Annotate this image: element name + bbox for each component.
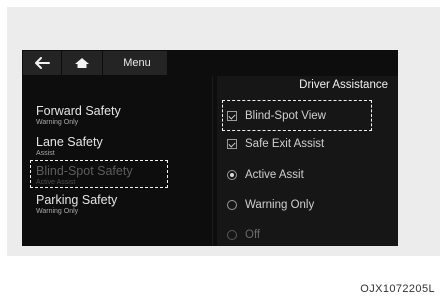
panel-title: Driver Assistance [299,79,388,91]
menu-item-parking-safety[interactable]: Parking Safety Warning Only [36,193,117,216]
highlight-box [30,160,168,188]
radio-selected-icon[interactable] [227,170,237,180]
option-label: Off [245,229,261,241]
menu-item-subtitle: Warning Only [36,119,79,126]
radio-icon[interactable] [227,200,237,210]
option-label: Active Assit [245,169,304,181]
option-warning-only[interactable]: Warning Only [227,197,314,213]
menu-label: Menu [123,57,151,69]
menu-item-subtitle: Assist [36,150,55,157]
menu-item-subtitle: Warning Only [36,208,79,215]
home-icon [75,58,89,68]
back-arrow-icon [35,57,50,69]
radio-icon[interactable] [227,230,237,240]
figure-code: OJX1072205L [360,283,435,295]
menu-item-title: Forward Safety [36,104,121,118]
infotainment-screen: Menu Forward Safety Warning Only Lane Sa… [22,50,398,246]
highlight-box [222,100,372,131]
option-label: Warning Only [245,199,315,211]
divider [212,76,213,246]
menu-item-forward-safety[interactable]: Forward Safety Warning Only [36,104,121,127]
left-menu: Forward Safety Warning Only Lane Safety … [22,76,209,246]
settings-panel: Driver Assistance Blind-Spot View Safe E… [217,76,398,246]
option-off[interactable]: Off [227,227,260,243]
home-button[interactable] [62,51,102,75]
top-bar: Menu [22,50,398,76]
checkbox-icon[interactable] [227,139,237,149]
option-active-assist[interactable]: Active Assit [227,167,304,183]
menu-item-title: Parking Safety [36,193,118,207]
back-button[interactable] [23,51,61,75]
option-safe-exit-assist[interactable]: Safe Exit Assist [227,136,324,152]
menu-item-lane-safety[interactable]: Lane Safety Assist [36,135,103,158]
option-label: Safe Exit Assist [245,138,325,150]
menu-item-title: Lane Safety [36,135,103,149]
menu-button[interactable]: Menu [103,51,167,75]
